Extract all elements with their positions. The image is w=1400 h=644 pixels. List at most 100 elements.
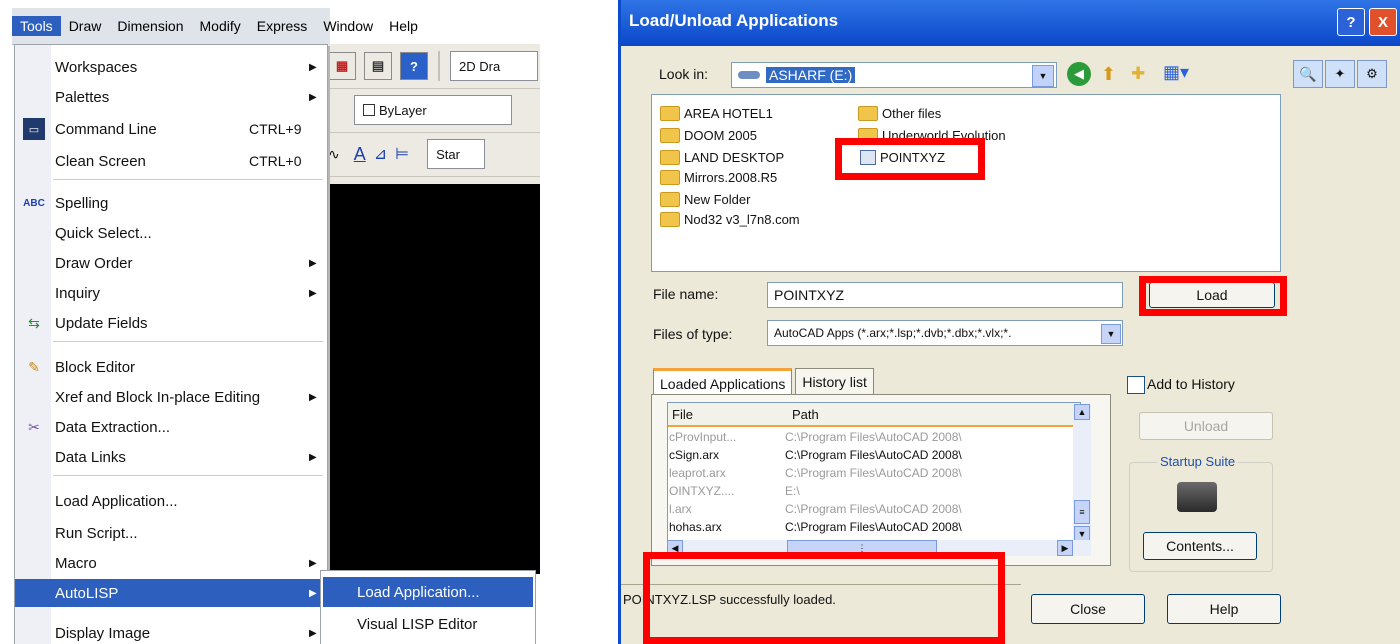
menu-item-clean-screen[interactable]: Clean Screen CTRL+0 xyxy=(15,147,327,175)
menu-item-shortcut: CTRL+0 xyxy=(249,153,302,169)
menu-item-display-image[interactable]: Display Image ▶ xyxy=(15,619,327,644)
menu-window[interactable]: Window xyxy=(315,16,381,36)
folder-item[interactable]: Mirrors.2008.R5 xyxy=(660,167,777,187)
menu-express[interactable]: Express xyxy=(249,16,316,36)
folder-item[interactable]: New Folder xyxy=(660,189,750,209)
menu-item-autolisp[interactable]: AutoLISP ▶ xyxy=(15,579,327,607)
table-cell-file[interactable]: cProvInput... xyxy=(669,430,736,446)
menu-item-macro[interactable]: Macro ▶ xyxy=(15,549,327,577)
column-header-path[interactable]: Path xyxy=(778,403,1080,427)
table-cell-path: C:\Program Files\AutoCAD 2008\ xyxy=(785,430,962,444)
help-button[interactable]: Help xyxy=(1167,594,1281,624)
dialog-title-bar: Load/Unload Applications ? X xyxy=(621,0,1400,46)
wave-icon[interactable]: ∿ xyxy=(328,146,340,163)
menu-item-spelling[interactable]: ABC Spelling xyxy=(15,189,327,217)
vertical-scrollbar[interactable]: ▲ ≡ ▼ xyxy=(1073,404,1091,552)
table-cell-file[interactable]: OINTXYZ.... xyxy=(669,484,734,500)
folder-name: Other files xyxy=(882,105,942,121)
find-file-icon[interactable]: 🔍 xyxy=(1293,60,1323,88)
up-folder-icon[interactable]: ⬆ xyxy=(1101,64,1116,85)
folder-item[interactable]: AREA HOTEL1 xyxy=(660,103,773,123)
menu-item-label: Data Links xyxy=(55,448,126,466)
chevron-down-icon[interactable]: ▼ xyxy=(1101,324,1121,344)
submenu-item-visual-lisp-editor[interactable]: Visual LISP Editor xyxy=(323,609,533,639)
chevron-down-icon[interactable]: ▼ xyxy=(1032,65,1054,87)
table-cell-path: C:\Program Files\AutoCAD 2008\ xyxy=(785,502,962,516)
help-title-button[interactable]: ? xyxy=(1337,8,1365,36)
menu-item-label: Display Image xyxy=(55,624,151,642)
standard-style-combo[interactable]: Star xyxy=(427,139,486,169)
drawing-area[interactable] xyxy=(320,184,540,574)
tab-history-list[interactable]: History list xyxy=(795,368,874,395)
menu-item-load-application[interactable]: Load Application... xyxy=(15,487,327,515)
help-icon[interactable]: ? xyxy=(400,52,428,80)
menu-item-workspaces[interactable]: Workspaces ▶ xyxy=(15,53,327,81)
close-title-button[interactable]: X xyxy=(1369,8,1397,36)
menu-item-palettes[interactable]: Palettes ▶ xyxy=(15,83,327,111)
file-name-field[interactable]: POINTXYZ xyxy=(767,282,1123,308)
new-folder-icon[interactable]: ✚ xyxy=(1131,64,1145,84)
menu-item-label: Macro xyxy=(55,554,97,572)
scroll-thumb[interactable]: ≡ xyxy=(1074,500,1090,524)
unload-button[interactable]: Unload xyxy=(1139,412,1273,440)
add-to-history-checkbox[interactable] xyxy=(1127,376,1145,394)
spelling-icon: ABC xyxy=(23,197,45,209)
tools-dropdown-menu: Workspaces ▶ Palettes ▶ ▭ Command Line C… xyxy=(14,44,328,644)
menu-item-label: Block Editor xyxy=(55,358,136,376)
column-header-file[interactable]: File xyxy=(668,403,778,427)
menu-item-label: AutoLISP xyxy=(55,584,119,602)
tab-loaded-applications[interactable]: Loaded Applications xyxy=(653,368,793,397)
contents-button[interactable]: Contents... xyxy=(1143,532,1257,560)
submenu-item-load-application[interactable]: Load Application... xyxy=(323,577,533,607)
locate-icon[interactable]: ✦ xyxy=(1325,60,1355,88)
scroll-right-icon[interactable]: ▶ xyxy=(1057,540,1073,556)
menu-item-command-line[interactable]: ▭ Command Line CTRL+9 xyxy=(15,115,327,143)
menu-tools[interactable]: Tools xyxy=(12,16,61,36)
look-in-combo[interactable]: ASHARF (E:) ▼ xyxy=(731,62,1057,88)
menu-item-data-links[interactable]: Data Links ▶ xyxy=(15,443,327,471)
workspace-combo[interactable]: 2D Dra xyxy=(450,51,538,81)
folder-icon xyxy=(858,105,878,121)
menu-modify[interactable]: Modify xyxy=(192,16,249,36)
menu-item-label: Command Line xyxy=(55,120,157,138)
grid-icon[interactable]: ▤ xyxy=(364,52,392,80)
menu-item-xref-block-editing[interactable]: Xref and Block In-place Editing ▶ xyxy=(15,383,327,411)
text-style-icon[interactable]: A xyxy=(354,144,366,165)
files-of-type-value: AutoCAD Apps (*.arx;*.lsp;*.dvb;*.dbx;*.… xyxy=(774,326,1012,340)
menu-item-quick-select[interactable]: Quick Select... xyxy=(15,219,327,247)
menu-draw[interactable]: Draw xyxy=(61,16,110,36)
folder-item[interactable]: DOOM 2005 xyxy=(660,125,757,145)
back-icon[interactable]: ◀ xyxy=(1067,62,1091,86)
table-cell-file[interactable]: l.arx xyxy=(669,502,692,518)
views-menu-icon[interactable]: ▦▾ xyxy=(1163,62,1189,83)
menu-dimension[interactable]: Dimension xyxy=(109,16,191,36)
scroll-up-icon[interactable]: ▲ xyxy=(1074,404,1090,420)
close-button[interactable]: Close xyxy=(1031,594,1145,624)
menu-item-draw-order[interactable]: Draw Order ▶ xyxy=(15,249,327,277)
folder-item[interactable]: LAND DESKTOP xyxy=(660,147,784,167)
layer-combo[interactable]: ByLayer xyxy=(354,95,512,125)
menu-separator xyxy=(53,475,323,476)
look-in-value: ASHARF (E:) xyxy=(766,67,856,83)
table-cell-file[interactable]: leaprot.arx xyxy=(669,466,726,482)
menu-item-update-fields[interactable]: ⇆ Update Fields xyxy=(15,309,327,337)
submenu-arrow-icon: ▶ xyxy=(309,451,317,463)
folder-item[interactable]: Other files xyxy=(858,103,941,123)
menu-help[interactable]: Help xyxy=(381,16,426,36)
menu-item-block-editor[interactable]: ✎ Block Editor xyxy=(15,353,327,381)
calculator-icon[interactable]: ▦ xyxy=(328,52,356,80)
table-style-icon[interactable]: ⊨ xyxy=(395,144,409,164)
table-cell-file[interactable]: hohas.arx xyxy=(669,520,722,536)
files-of-type-select[interactable]: AutoCAD Apps (*.arx;*.lsp;*.dvb;*.dbx;*.… xyxy=(767,320,1123,346)
folder-item[interactable]: Nod32 v3_l7n8.com xyxy=(660,209,800,229)
menu-item-run-script[interactable]: Run Script... xyxy=(15,519,327,547)
dimension-style-icon[interactable]: ⊿ xyxy=(374,144,387,164)
folder-icon xyxy=(660,149,680,165)
toolbar-row-1: ▦ ▤ ? 2D Dra xyxy=(320,44,540,89)
tools-icon[interactable]: ⚙ xyxy=(1357,60,1387,88)
menu-item-inquiry[interactable]: Inquiry ▶ xyxy=(15,279,327,307)
menu-item-data-extraction[interactable]: ✂ Data Extraction... xyxy=(15,413,327,441)
table-cell-file[interactable]: cSign.arx xyxy=(669,448,719,464)
submenu-item-label: Visual LISP Editor xyxy=(357,615,478,633)
submenu-item-label: Load Application... xyxy=(357,583,480,601)
